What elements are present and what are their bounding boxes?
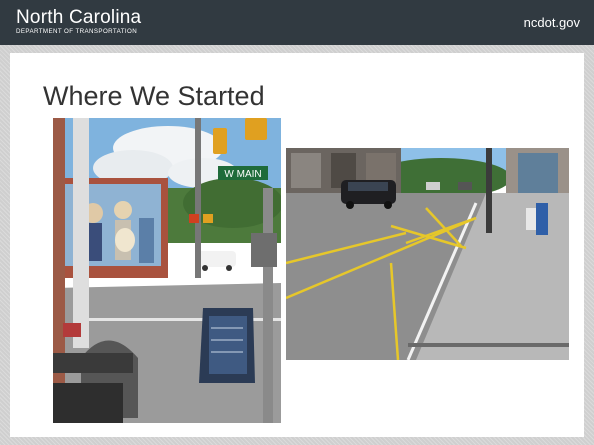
logo-name: North Carolina — [16, 7, 142, 28]
ncdot-logo: North Carolina Department of Transportat… — [16, 8, 141, 36]
logo-department: Department of Transportation — [16, 28, 138, 35]
slide-title: Where We Started — [43, 81, 265, 111]
street-markings-photo — [286, 148, 569, 360]
street-sign-text: W MAIN — [224, 169, 261, 180]
header-bar: North Carolina Department of Transportat… — [0, 0, 594, 45]
website-domain: ncdot.gov — [523, 15, 580, 30]
street-markings-image — [286, 148, 569, 360]
street-corner-photo: W MAIN — [53, 118, 281, 423]
presentation-slide: North Carolina Department of Transportat… — [0, 0, 594, 445]
street-corner-image: W MAIN — [53, 118, 281, 423]
